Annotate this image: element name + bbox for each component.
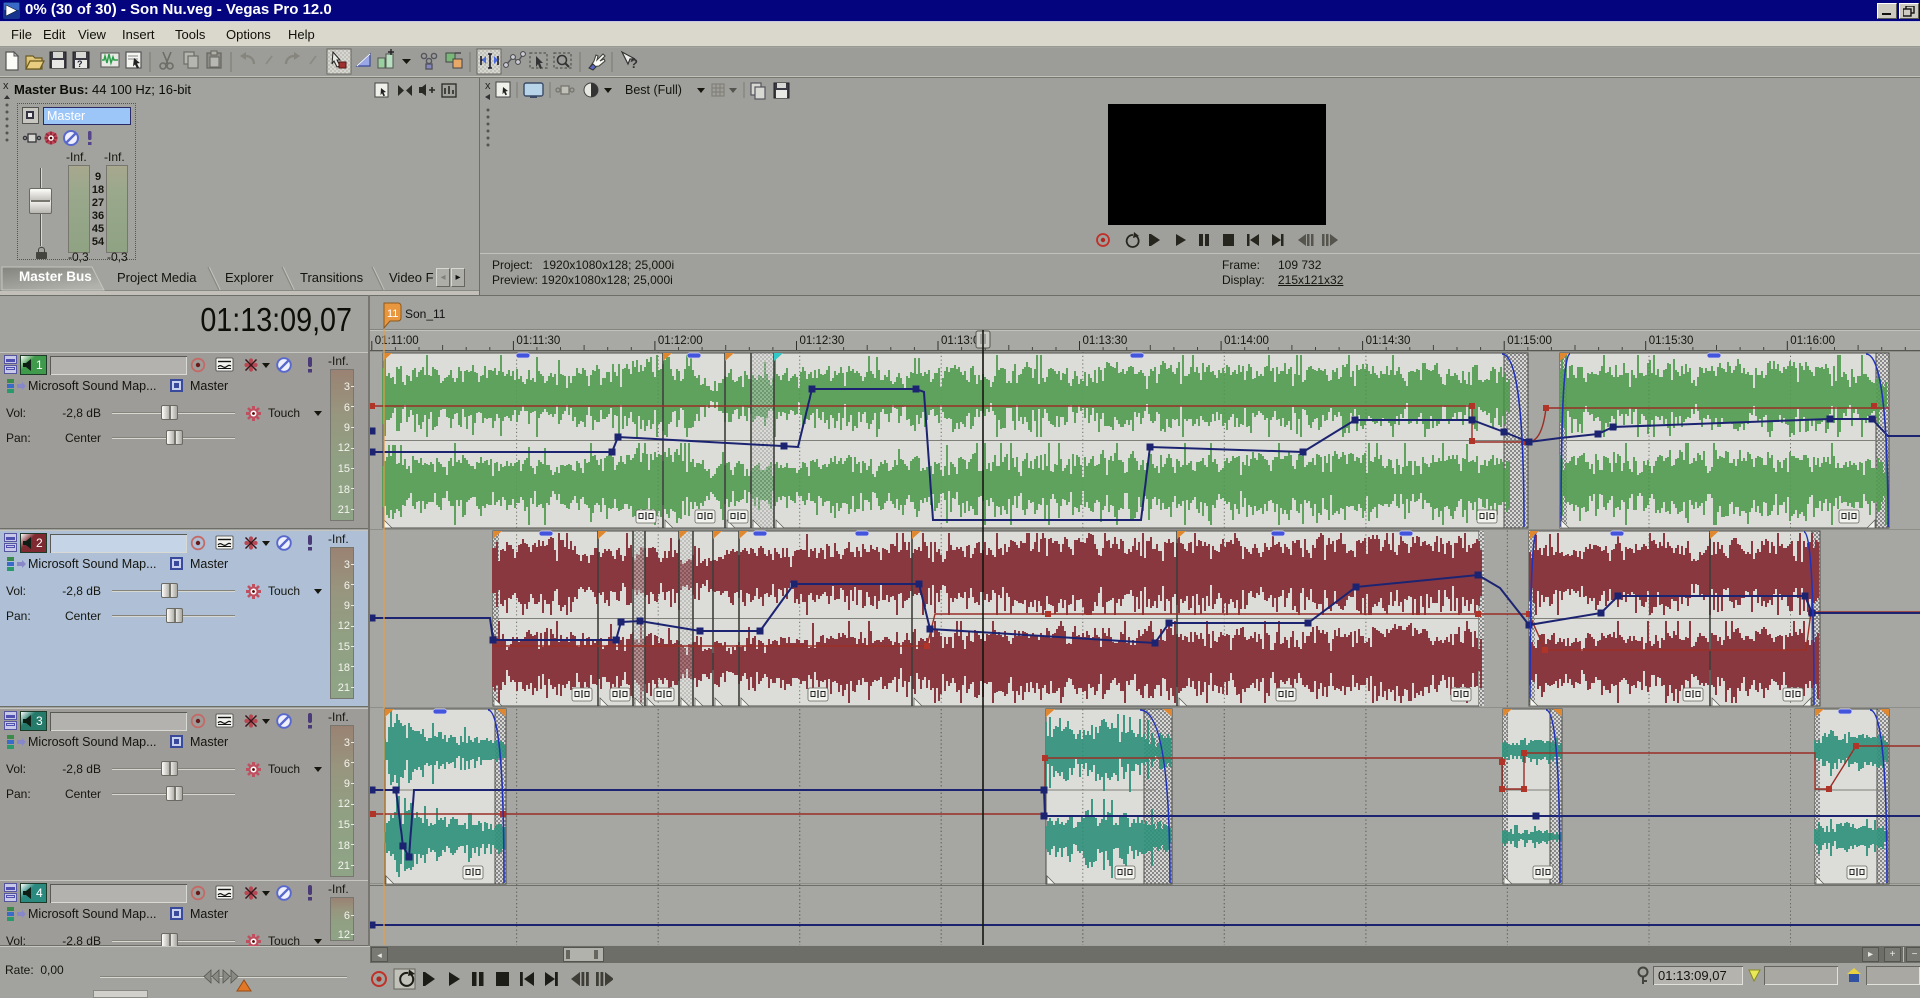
svg-text:01:15:00: 01:15:00	[1507, 335, 1552, 347]
svg-text:Son_11: Son_11	[405, 307, 446, 321]
svg-text:01:14:30: 01:14:30	[1366, 335, 1411, 347]
svg-text:01:13:30: 01:13:30	[1083, 335, 1128, 347]
svg-text:01:11:30: 01:11:30	[516, 335, 560, 347]
svg-text:01:15:30: 01:15:30	[1649, 335, 1694, 347]
svg-text:?: ?	[77, 59, 83, 69]
svg-text:?: ?	[630, 56, 638, 71]
svg-text:01:12:30: 01:12:30	[800, 335, 845, 347]
svg-text:01:11:00: 01:11:00	[375, 335, 419, 347]
svg-text:11: 11	[387, 308, 398, 320]
svg-text:01:12:00: 01:12:00	[658, 335, 703, 347]
svg-text:01:16:00: 01:16:00	[1790, 335, 1835, 347]
svg-text:01:14:00: 01:14:00	[1224, 335, 1269, 347]
